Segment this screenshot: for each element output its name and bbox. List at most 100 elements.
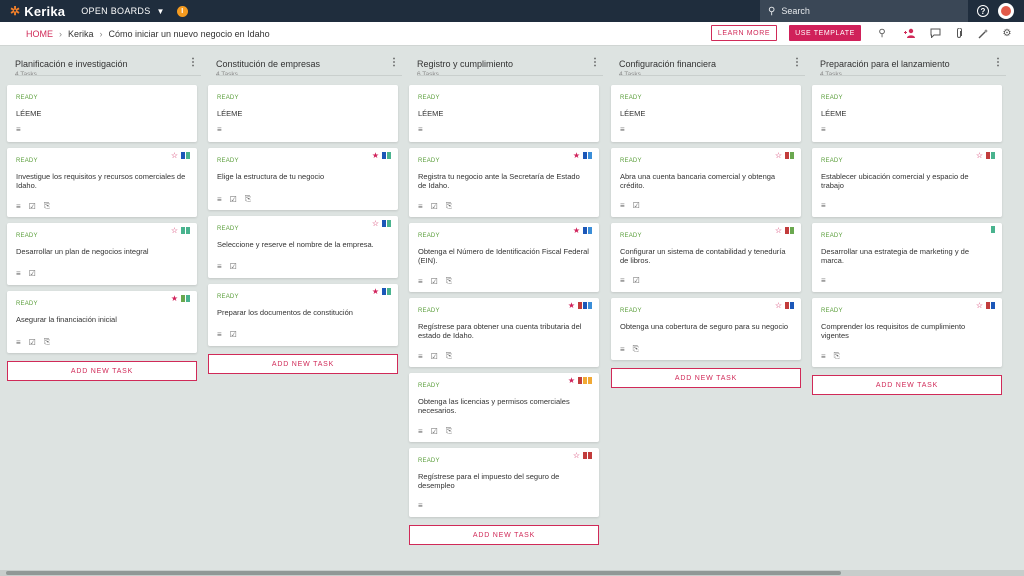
task-title: Desarrollar un plan de negocios integral [16, 247, 149, 256]
task-card[interactable]: READY Regístrese para obtener una cuenta … [409, 298, 599, 367]
column-header[interactable]: Planificación e investigación4 Tasks⋮ [7, 47, 201, 83]
more-vert-icon[interactable]: ⋮ [993, 57, 1003, 68]
task-tags: ★ [171, 294, 190, 303]
gear-icon[interactable]: ⚙ [1001, 27, 1013, 39]
org-badge[interactable]: I [176, 5, 188, 17]
add-new-task-button[interactable]: ADD NEW TASK [409, 525, 599, 545]
star-filled-icon[interactable]: ★ [372, 151, 379, 160]
checklist-icon: ☑ [430, 276, 438, 286]
star-outline-icon[interactable]: ☆ [573, 451, 580, 460]
star-outline-icon[interactable]: ☆ [171, 151, 178, 160]
tag-flag-icon [583, 452, 587, 459]
learn-more-button[interactable]: LEARN MORE [711, 25, 777, 41]
chevron-right-icon: › [99, 28, 103, 39]
tag-flag-icon [382, 288, 386, 295]
checklist-icon: ☑ [28, 201, 36, 211]
description-icon: ≡ [217, 262, 222, 271]
star-outline-icon[interactable]: ☆ [372, 219, 379, 228]
task-card[interactable]: READY Preparar los documentos de constitu… [208, 284, 398, 346]
column-header[interactable]: Constitución de empresas4 Tasks⋮ [208, 47, 402, 83]
star-outline-icon[interactable]: ☆ [775, 301, 782, 310]
task-icons: ≡ ☑ [217, 330, 245, 339]
task-card[interactable]: READY LÉEME ≡ [208, 85, 398, 142]
task-tags: ☆ [372, 219, 391, 228]
star-outline-icon[interactable]: ☆ [775, 151, 782, 160]
more-vert-icon[interactable]: ⋮ [188, 57, 198, 68]
open-boards-menu[interactable]: OPEN BOARDS ▼ [81, 6, 165, 16]
task-card[interactable]: READY Establecer ubicación comercial y es… [812, 148, 1002, 217]
star-filled-icon[interactable]: ★ [568, 376, 575, 385]
help-icon[interactable]: ? [977, 5, 989, 17]
attachment-icon[interactable] [953, 27, 965, 39]
breadcrumb-org[interactable]: Kerika [68, 29, 94, 39]
task-card[interactable]: READY Abra una cuenta bancaria comercial … [611, 148, 801, 217]
task-tags: ☆ [171, 151, 190, 160]
chat-icon[interactable] [929, 27, 941, 39]
column-divider [216, 75, 402, 76]
task-title: Registra tu negocio ante la Secretaría d… [418, 172, 580, 190]
star-filled-icon[interactable]: ★ [372, 287, 379, 296]
add-new-task-button[interactable]: ADD NEW TASK [611, 368, 801, 388]
task-icons: ≡ ☑ ⎘ [16, 201, 58, 211]
task-card[interactable]: READY Desarrollar un plan de negocios int… [7, 223, 197, 285]
task-title: Establecer ubicación comercial y espacio… [821, 172, 969, 190]
task-icons: ≡ ⎘ [821, 351, 848, 361]
task-card[interactable]: READY LÉEME ≡ [812, 85, 1002, 142]
star-outline-icon[interactable]: ☆ [775, 226, 782, 235]
column-header[interactable]: Registro y cumplimiento6 Tasks⋮ [409, 47, 603, 83]
task-card[interactable]: READY Obtenga las licencias y permisos co… [409, 373, 599, 442]
attachment-icon: ⎘ [445, 276, 453, 285]
avatar[interactable] [998, 3, 1014, 19]
task-card[interactable]: READY Elige la estructura de tu negocio ★ ≡… [208, 148, 398, 210]
star-filled-icon[interactable]: ★ [568, 301, 575, 310]
horizontal-scrollbar[interactable] [0, 570, 1024, 576]
task-card[interactable]: READY LÉEME ≡ [611, 85, 801, 142]
kerika-logo[interactable]: ✲ Kerika [10, 4, 65, 19]
star-filled-icon[interactable]: ★ [573, 226, 580, 235]
tag-flag-icon [181, 152, 185, 159]
more-vert-icon[interactable]: ⋮ [389, 57, 399, 68]
checklist-icon: ☑ [632, 201, 640, 210]
attachment-icon: ⎘ [43, 337, 51, 346]
search-input[interactable]: ⚲ Search [760, 0, 968, 22]
task-card[interactable]: READY Asegurar la financiación inicial ★ ≡ ☑… [7, 291, 197, 353]
task-card[interactable]: READY Investigue los requisitos y recurso… [7, 148, 197, 217]
use-template-button[interactable]: USE TEMPLATE [789, 25, 861, 41]
task-card[interactable]: READY Comprender los requisitos de cumpli… [812, 298, 1002, 367]
task-card[interactable]: READY Configurar un sistema de contabilid… [611, 223, 801, 292]
task-tags: ☆ [171, 226, 190, 235]
star-outline-icon[interactable]: ☆ [171, 226, 178, 235]
task-card[interactable]: READY Regístrese para el impuesto del seg… [409, 448, 599, 517]
column-header[interactable]: Configuración financiera4 Tasks⋮ [611, 47, 805, 83]
add-new-task-button[interactable]: ADD NEW TASK [812, 375, 1002, 395]
task-card[interactable]: READY Registra tu negocio ante la Secreta… [409, 148, 599, 217]
star-filled-icon[interactable]: ★ [171, 294, 178, 303]
task-card[interactable]: READY LÉEME ≡ [7, 85, 197, 142]
star-filled-icon[interactable]: ★ [573, 151, 580, 160]
task-card[interactable]: READY Obtenga el Número de Identificación… [409, 223, 599, 292]
search-board-icon[interactable]: ⚲ [876, 27, 888, 39]
task-status: READY [418, 383, 440, 389]
star-outline-icon[interactable]: ☆ [976, 301, 983, 310]
add-new-task-button[interactable]: ADD NEW TASK [7, 361, 197, 381]
task-status: READY [418, 158, 440, 164]
star-outline-icon[interactable]: ☆ [976, 151, 983, 160]
task-icons: ≡ [821, 125, 834, 134]
add-new-task-button[interactable]: ADD NEW TASK [208, 354, 398, 374]
more-vert-icon[interactable]: ⋮ [590, 57, 600, 68]
task-tags: ☆ [775, 151, 794, 160]
task-card[interactable]: READY Seleccione y reserve el nombre de l… [208, 216, 398, 278]
board-column: Preparación para el lanzamiento4 Tasks⋮R… [812, 47, 1006, 395]
breadcrumb-home[interactable]: HOME [26, 29, 53, 39]
task-status: READY [16, 233, 38, 239]
task-card[interactable]: READY Desarrollar una estrategia de marke… [812, 223, 1002, 292]
magic-wand-icon[interactable] [977, 27, 989, 39]
task-card[interactable]: READY LÉEME ≡ [409, 85, 599, 142]
add-person-icon[interactable] [904, 27, 916, 39]
more-vert-icon[interactable]: ⋮ [792, 57, 802, 68]
open-boards-label: OPEN BOARDS [81, 6, 151, 16]
column-header[interactable]: Preparación para el lanzamiento4 Tasks⋮ [812, 47, 1006, 83]
scrollbar-thumb[interactable] [6, 571, 841, 575]
tag-flag-icon [588, 377, 592, 384]
task-card[interactable]: READY Obtenga una cobertura de seguro par… [611, 298, 801, 360]
